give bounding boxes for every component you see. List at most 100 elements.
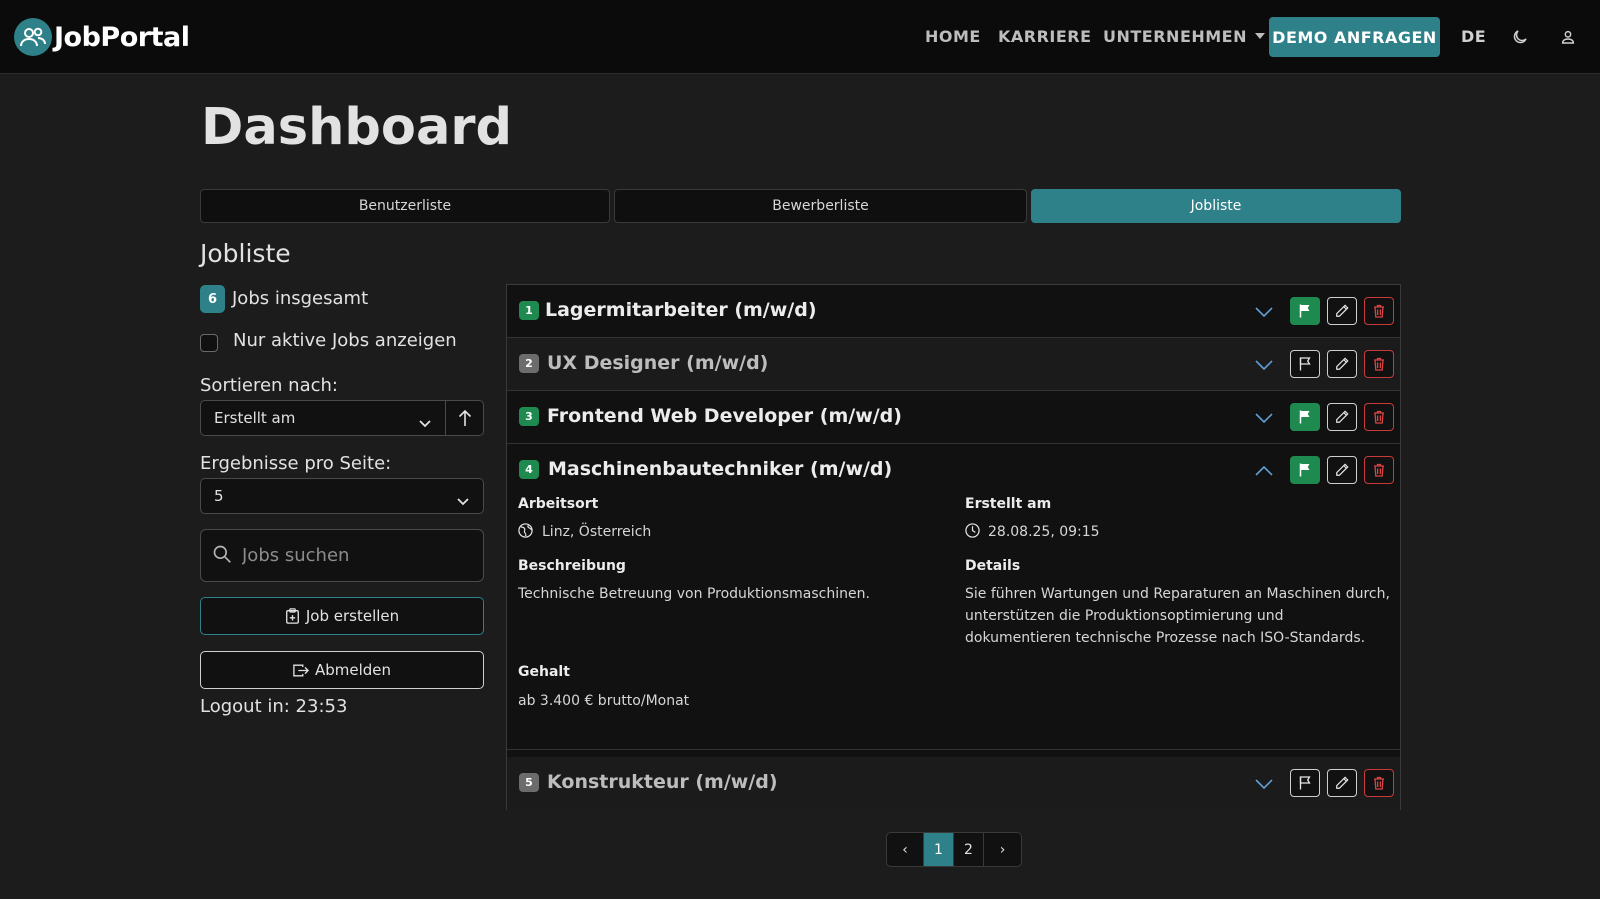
- search-icon: [212, 544, 232, 568]
- delete-job-button[interactable]: [1364, 403, 1394, 431]
- flag-icon: [1299, 463, 1310, 477]
- only-active-checkbox[interactable]: [200, 334, 218, 352]
- toggle-active-button[interactable]: [1290, 297, 1320, 325]
- nav-link-home[interactable]: HOME: [925, 27, 981, 46]
- delete-job-button[interactable]: [1364, 456, 1394, 484]
- per-page-select-value: 5: [214, 487, 224, 505]
- edit-job-button[interactable]: [1327, 350, 1357, 378]
- sort-label: Sortieren nach:: [200, 375, 338, 396]
- sort-select[interactable]: Erstellt am: [200, 400, 446, 436]
- flag-icon: [1299, 304, 1310, 318]
- toggle-active-button[interactable]: [1290, 769, 1320, 797]
- edit-job-button[interactable]: [1327, 456, 1357, 484]
- chevron-down-icon: [457, 492, 469, 510]
- pencil-icon: [1336, 463, 1349, 476]
- job-search-box[interactable]: [200, 529, 484, 582]
- pencil-icon: [1336, 410, 1349, 423]
- chevron-down-icon[interactable]: [1253, 302, 1275, 322]
- caret-down-icon: [1255, 32, 1265, 39]
- toggle-active-button[interactable]: [1290, 456, 1320, 484]
- job-details-panel: Arbeitsort Linz, Österreich Erstellt am …: [507, 494, 1400, 750]
- description-label: Beschreibung: [518, 558, 626, 574]
- flag-icon: [1299, 776, 1311, 790]
- job-title: Maschinenbautechniker (m/w/d): [548, 458, 893, 480]
- created-value: 28.08.25, 09:15: [988, 524, 1100, 540]
- nav-dropdown-unternehmen[interactable]: UNTERNEHMEN: [1103, 27, 1265, 46]
- top-navbar: JobPortal HOME KARRIERE UNTERNEHMEN DEMO…: [0, 0, 1600, 74]
- chevron-up-icon[interactable]: [1253, 461, 1275, 481]
- created-label: Erstellt am: [965, 496, 1052, 512]
- job-list: 1 Lagermitarbeiter (m/w/d) 2 UX Designer…: [506, 284, 1401, 810]
- arrow-up-icon: [458, 409, 471, 426]
- logout-label: Abmelden: [314, 661, 392, 679]
- job-row[interactable]: 5 Konstrukteur (m/w/d): [507, 757, 1400, 810]
- clock-icon: [965, 523, 980, 538]
- pencil-icon: [1336, 357, 1349, 370]
- job-number-badge: 3: [519, 407, 539, 426]
- pagination-page-1[interactable]: 1: [924, 833, 954, 866]
- job-title: Lagermitarbeiter (m/w/d): [545, 299, 817, 321]
- pagination-page-2[interactable]: 2: [954, 833, 984, 866]
- nav-link-karriere[interactable]: KARRIERE: [998, 27, 1092, 46]
- language-switcher[interactable]: DE: [1461, 27, 1486, 46]
- job-number-badge: 5: [519, 773, 539, 792]
- trash-icon: [1374, 776, 1384, 790]
- tab-benutzerliste[interactable]: Benutzerliste: [200, 189, 610, 223]
- description-value: Technische Betreuung von Produktionsmasc…: [518, 586, 870, 602]
- chevron-down-icon[interactable]: [1253, 408, 1275, 428]
- brand-logo-link[interactable]: JobPortal: [14, 18, 190, 56]
- demo-request-button[interactable]: DEMO ANFRAGEN: [1269, 17, 1440, 57]
- page-title: Dashboard: [201, 98, 513, 157]
- only-active-label[interactable]: Nur aktive Jobs anzeigen: [233, 330, 457, 351]
- trash-icon: [1374, 357, 1384, 371]
- create-job-button[interactable]: Job erstellen: [200, 597, 484, 635]
- globe-icon: [518, 523, 533, 538]
- toggle-active-button[interactable]: [1290, 350, 1320, 378]
- tab-jobliste[interactable]: Jobliste: [1031, 189, 1401, 223]
- chevron-down-icon[interactable]: [1253, 774, 1275, 794]
- flag-icon: [1299, 410, 1310, 424]
- job-title: Konstrukteur (m/w/d): [547, 771, 778, 793]
- chevron-down-icon[interactable]: [1253, 355, 1275, 375]
- job-row[interactable]: 1 Lagermitarbeiter (m/w/d): [507, 285, 1400, 338]
- job-row[interactable]: 3 Frontend Web Developer (m/w/d): [507, 391, 1400, 444]
- job-title: UX Designer (m/w/d): [547, 352, 769, 374]
- job-row-expanded[interactable]: 4 Maschinenbautechniker (m/w/d): [507, 444, 1400, 497]
- job-row[interactable]: 2 UX Designer (m/w/d): [507, 338, 1400, 391]
- edit-job-button[interactable]: [1327, 769, 1357, 797]
- details-label: Details: [965, 558, 1021, 574]
- pagination: ‹ 1 2 ›: [886, 832, 1022, 867]
- delete-job-button[interactable]: [1364, 769, 1394, 797]
- users-icon: [14, 18, 52, 56]
- job-search-input[interactable]: [242, 545, 462, 566]
- flag-icon: [1299, 357, 1311, 371]
- logout-icon: [293, 664, 309, 676]
- trash-icon: [1374, 410, 1384, 424]
- jobs-count-badge: 6: [200, 285, 225, 313]
- pencil-icon: [1336, 304, 1349, 317]
- delete-job-button[interactable]: [1364, 297, 1394, 325]
- nav-dropdown-label: UNTERNEHMEN: [1103, 27, 1247, 46]
- tab-bewerberliste[interactable]: Bewerberliste: [614, 189, 1027, 223]
- user-icon[interactable]: [1557, 26, 1579, 48]
- salary-value: ab 3.400 € brutto/Monat: [518, 693, 690, 709]
- jobs-count-label: Jobs insgesamt: [232, 288, 369, 309]
- location-value: Linz, Österreich: [542, 524, 652, 540]
- delete-job-button[interactable]: [1364, 350, 1394, 378]
- logout-timer: Logout in: 23:53: [200, 696, 348, 717]
- logout-button[interactable]: Abmelden: [200, 651, 484, 689]
- sort-direction-button[interactable]: [445, 400, 484, 436]
- details-value: Sie führen Wartungen und Reparaturen an …: [965, 586, 1390, 646]
- pagination-prev[interactable]: ‹: [887, 833, 924, 866]
- create-job-label: Job erstellen: [305, 607, 400, 625]
- per-page-select[interactable]: 5: [200, 478, 484, 514]
- toggle-active-button[interactable]: [1290, 403, 1320, 431]
- edit-job-button[interactable]: [1327, 297, 1357, 325]
- moon-icon[interactable]: [1509, 26, 1531, 48]
- brand-name: JobPortal: [54, 21, 190, 53]
- edit-job-button[interactable]: [1327, 403, 1357, 431]
- pagination-next[interactable]: ›: [984, 833, 1021, 866]
- job-number-badge: 4: [519, 460, 539, 479]
- trash-icon: [1374, 463, 1384, 477]
- pencil-icon: [1336, 776, 1349, 789]
